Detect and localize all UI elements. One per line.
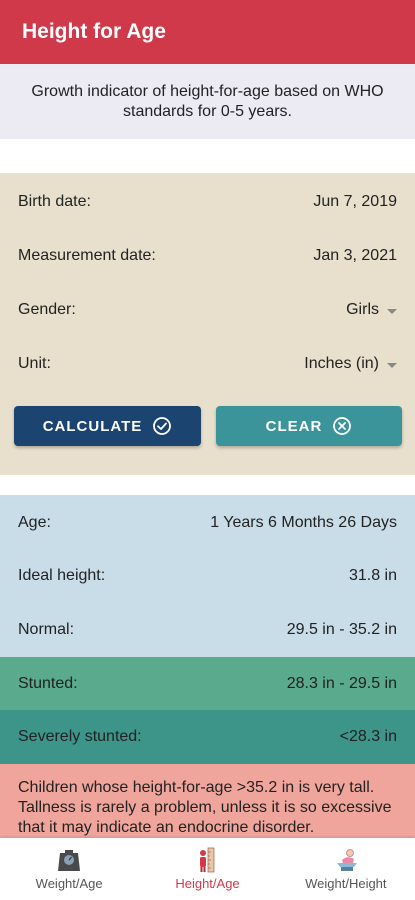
nav-label-weight-height: Weight/Height [305, 876, 387, 891]
age-value: 1 Years 6 Months 26 Days [210, 514, 397, 531]
gender-value: Girls [346, 301, 379, 318]
birth-date-label: Birth date: [18, 193, 91, 210]
result-ideal-row: Ideal height: 31.8 in [0, 550, 415, 602]
close-circle-icon [332, 416, 352, 436]
birth-date-row[interactable]: Birth date: Jun 7, 2019 [0, 175, 415, 229]
description-box: Growth indicator of height-for-age based… [0, 64, 415, 139]
scale-icon [56, 847, 82, 873]
description-text: Growth indicator of height-for-age based… [31, 82, 384, 120]
normal-label: Normal: [18, 621, 75, 638]
age-label: Age: [18, 514, 51, 531]
baby-scale-icon [333, 847, 359, 873]
stunted-label: Stunted: [18, 674, 78, 692]
stunted-value: 28.3 in - 29.5 in [286, 674, 397, 692]
gender-select[interactable]: Girls [346, 301, 397, 319]
nav-tab-weight-height[interactable]: Weight/Height [277, 838, 415, 900]
interpretation-note: Children whose height-for-age >35.2 in i… [0, 764, 415, 840]
nav-label-weight-age: Weight/Age [35, 876, 103, 891]
gender-label: Gender: [18, 301, 76, 318]
result-age-row: Age: 1 Years 6 Months 26 Days [0, 497, 415, 549]
measurement-date-row[interactable]: Measurement date: Jan 3, 2021 [0, 229, 415, 283]
result-normal-row: Normal: 29.5 in - 35.2 in [0, 603, 415, 657]
unit-row[interactable]: Unit: Inches (in) [0, 337, 415, 391]
ideal-height-label: Ideal height: [18, 567, 106, 584]
birth-date-value[interactable]: Jun 7, 2019 [313, 193, 397, 211]
severely-stunted-value: <28.3 in [339, 728, 397, 745]
ideal-height-value: 31.8 in [348, 567, 397, 584]
unit-label: Unit: [18, 355, 51, 372]
clear-button[interactable]: CLEAR [216, 406, 402, 446]
nav-tab-height-age[interactable]: Height/Age [138, 838, 276, 900]
height-measure-icon [194, 847, 220, 873]
unit-value: Inches (in) [304, 355, 379, 372]
note-text: Children whose height-for-age >35.2 in i… [18, 779, 392, 836]
nav-tab-weight-age[interactable]: Weight/Age [0, 838, 138, 900]
measurement-date-value[interactable]: Jan 3, 2021 [313, 247, 397, 265]
unit-select[interactable]: Inches (in) [304, 355, 397, 373]
severely-stunted-label: Severely stunted: [18, 728, 142, 745]
calculate-button-label: CALCULATE [42, 417, 143, 435]
dropdown-arrow-icon [387, 308, 397, 314]
app-header: Height for Age [0, 0, 415, 64]
check-circle-icon [152, 416, 172, 436]
bottom-navigation: Weight/Age Height/Age Weight/Height [0, 838, 415, 900]
result-severe-row: Severely stunted: <28.3 in [0, 710, 415, 764]
measurement-date-label: Measurement date: [18, 247, 156, 264]
clear-button-label: CLEAR [265, 417, 323, 435]
calculate-button[interactable]: CALCULATE [14, 406, 201, 446]
dropdown-arrow-icon [387, 362, 397, 368]
result-stunted-row: Stunted: 28.3 in - 29.5 in [0, 657, 415, 710]
gender-row[interactable]: Gender: Girls [0, 283, 415, 337]
normal-value: 29.5 in - 35.2 in [286, 621, 397, 638]
nav-label-height-age: Height/Age [175, 876, 240, 891]
page-title: Height for Age [22, 20, 166, 43]
